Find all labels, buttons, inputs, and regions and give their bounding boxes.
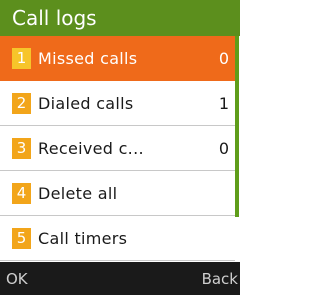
call-logs-menu: 1 Missed calls 0 2 Dialed calls 1 3 Rece… bbox=[0, 36, 240, 262]
item-number-badge: 4 bbox=[12, 183, 31, 204]
back-softkey[interactable]: Back bbox=[202, 268, 238, 290]
menu-item-received-calls[interactable]: 3 Received c... 0 bbox=[0, 126, 235, 171]
item-number-badge: 3 bbox=[12, 138, 31, 159]
menu-item-call-timers[interactable]: 5 Call timers bbox=[0, 216, 235, 261]
softkey-bar: OK Back bbox=[0, 262, 240, 295]
item-number-badge: 1 bbox=[12, 48, 31, 69]
ok-softkey[interactable]: OK bbox=[6, 268, 28, 290]
item-count: 0 bbox=[218, 49, 229, 68]
scrollbar-thumb[interactable] bbox=[235, 36, 239, 217]
item-label: Call timers bbox=[38, 229, 128, 248]
item-count: 1 bbox=[218, 94, 229, 113]
item-count: 0 bbox=[218, 139, 229, 158]
item-label: Delete all bbox=[38, 184, 118, 203]
screen-title: Call logs bbox=[12, 6, 97, 30]
item-number-badge: 2 bbox=[12, 93, 31, 114]
item-label: Received c... bbox=[38, 139, 144, 158]
menu-item-missed-calls[interactable]: 1 Missed calls 0 bbox=[0, 36, 235, 81]
item-label: Missed calls bbox=[38, 49, 138, 68]
item-number-badge: 5 bbox=[12, 228, 31, 249]
menu-item-dialed-calls[interactable]: 2 Dialed calls 1 bbox=[0, 81, 235, 126]
menu-item-delete-all[interactable]: 4 Delete all bbox=[0, 171, 235, 216]
title-bar: Call logs bbox=[0, 0, 240, 36]
item-label: Dialed calls bbox=[38, 94, 134, 113]
